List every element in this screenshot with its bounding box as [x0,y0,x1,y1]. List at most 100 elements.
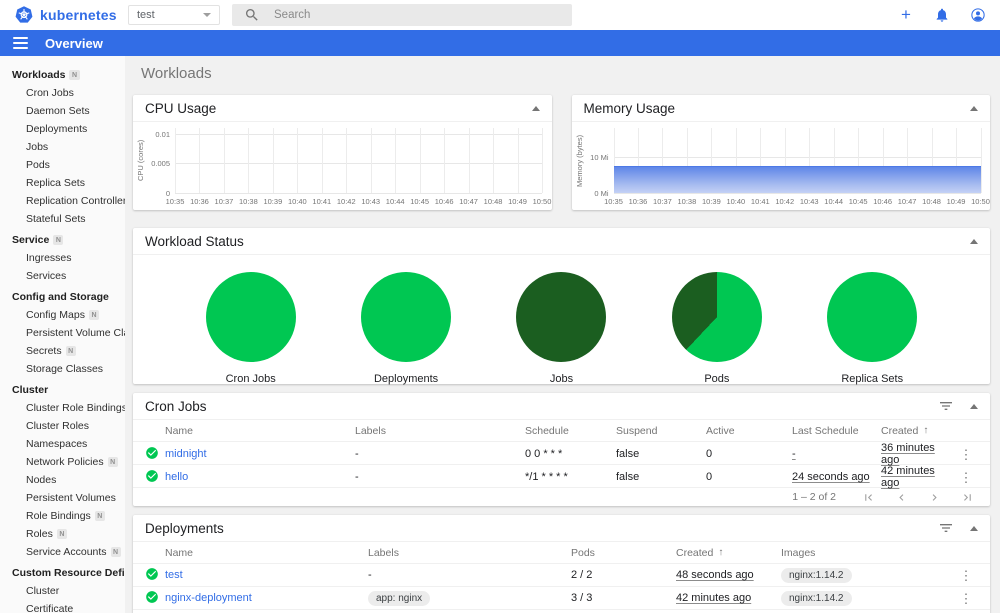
column-header-active[interactable]: Active [706,425,792,437]
row-actions-button[interactable]: ⋮ [954,592,978,605]
column-header-label: Name [165,424,194,437]
sidebar-item-label: Nodes [26,474,57,486]
sort-ascending-icon: ↑ [718,547,724,558]
sidebar-item-jobs[interactable]: Jobs [0,138,125,156]
sidebar-item-storage-classes[interactable]: Storage Classes [0,360,125,378]
new-badge: N [53,235,64,245]
filter-icon[interactable] [938,398,954,414]
column-header-schedule[interactable]: Schedule [525,425,616,437]
filter-icon[interactable] [938,520,954,536]
column-header-last-schedule[interactable]: Last Schedule [792,425,881,437]
last-page-button[interactable] [961,491,974,504]
collapse-card-button[interactable] [531,105,540,111]
sidebar-item-certificate[interactable]: Certificate [0,600,125,613]
table-row[interactable]: hello - */1 * * * * false 0 24 seconds ago 42 … [133,465,990,489]
chart-x-tick: 10:39 [263,197,283,206]
pie-chart[interactable] [516,272,607,362]
column-header-images[interactable]: Images [781,547,954,559]
sidebar-item-nodes[interactable]: Nodes [0,471,125,489]
sidebar-item-service[interactable]: Service N [0,231,125,249]
pie-chart[interactable] [205,272,296,362]
sidebar-item-config-maps[interactable]: Config Maps N [0,306,125,324]
column-header-name[interactable]: Name [165,547,368,559]
pie-chart[interactable] [361,272,452,362]
first-page-button[interactable] [862,491,875,504]
sidebar-item-service-accounts[interactable]: Service Accounts N [0,543,125,561]
memory-usage-title: Memory Usage [583,100,676,116]
sidebar-item-deployments[interactable]: Deployments [0,120,125,138]
sidebar-item-label: Replication Controllers [26,195,125,207]
sidebar-item-workloads[interactable]: Workloads N [0,66,125,84]
sidebar-item-label: Daemon Sets [26,105,90,117]
kubernetes-logo[interactable]: kubernetes [14,5,118,25]
menu-hamburger-icon[interactable] [13,37,28,49]
sidebar-item-persistent-volume-claims[interactable]: Persistent Volume ClaimsN [0,324,125,342]
namespace-selector[interactable]: test [128,5,220,25]
sidebar-item-cluster[interactable]: Cluster [0,381,125,399]
sidebar-item-roles[interactable]: Roles N [0,525,125,543]
sidebar-item-pods[interactable]: Pods [0,156,125,174]
chart-x-tick: 10:38 [677,197,697,206]
column-header-labels[interactable]: Labels [355,425,525,437]
relative-time: 36 minutes ago [881,442,935,466]
table-row[interactable]: nginx-deployment app: nginx 3 / 3 42 minute… [133,587,990,610]
search-input[interactable] [274,9,560,21]
next-page-button[interactable] [928,491,941,504]
column-header-pods[interactable]: Pods [571,547,676,559]
row-actions-button[interactable]: ⋮ [954,471,978,484]
sidebar-item-secrets[interactable]: Secrets N [0,342,125,360]
collapse-card-button[interactable] [970,403,978,409]
pie-chart[interactable] [671,272,762,362]
chart-x-tick: 10:41 [312,197,332,206]
chart-x-tick: 10:36 [190,197,209,206]
sidebar-item-cron-jobs[interactable]: Cron Jobs [0,84,125,102]
table-row[interactable]: midnight - 0 0 * * * false 0 - 36 minutes ago ⋮ [133,442,990,466]
resource-link-midnight[interactable]: midnight [165,448,207,460]
resource-link-nginx-deployment[interactable]: nginx-deployment [165,592,252,604]
sidebar-item-cluster-role-bindings[interactable]: Cluster Role Bindings [0,399,125,417]
sidebar-item-role-bindings[interactable]: Role Bindings N [0,507,125,525]
sidebar-item-stateful-sets[interactable]: Stateful Sets [0,210,125,228]
chart-x-tick: 10:37 [653,197,672,206]
sidebar-item-services[interactable]: Services [0,267,125,285]
collapse-card-button[interactable] [970,238,978,244]
chevron-down-icon [203,13,211,17]
notifications-bell-icon[interactable] [934,7,950,23]
sidebar-item-config-and-storage[interactable]: Config and Storage [0,288,125,306]
cron-jobs-title: Cron Jobs [145,398,207,414]
relative-time: - [792,448,796,460]
pie-chart[interactable] [827,272,918,362]
cell-value: 0 [706,471,713,483]
sidebar-item-label: Secrets [26,345,62,357]
sidebar-item-replication-controllers[interactable]: Replication Controllers [0,192,125,210]
table-row[interactable]: test - 2 / 2 48 seconds ago nginx:1.14.2 ⋮ [133,564,990,587]
sidebar-item-custom-resource-definitions[interactable]: Custom Resource Definitions [0,564,125,582]
sidebar-item-namespaces[interactable]: Namespaces [0,435,125,453]
resource-link-test[interactable]: test [165,569,183,581]
column-header-created[interactable]: Created ↑ [676,547,781,559]
column-header-name[interactable]: Name [165,425,355,437]
column-header-labels[interactable]: Labels [368,547,571,559]
page-toolbar: Overview [0,30,1000,56]
sidebar-item-label: Custom Resource Definitions [12,567,125,579]
collapse-card-button[interactable] [970,525,978,531]
chart-x-tick: 10:35 [604,197,623,206]
sidebar-item-replica-sets[interactable]: Replica Sets [0,174,125,192]
column-header-suspend[interactable]: Suspend [616,425,706,437]
user-profile-icon[interactable] [970,7,986,23]
sidebar-item-daemon-sets[interactable]: Daemon Sets [0,102,125,120]
row-actions-button[interactable]: ⋮ [954,569,978,582]
table-header-row: Name Labels Pods Created ↑ Images [133,542,990,564]
sidebar-item-cluster[interactable]: Cluster [0,582,125,600]
sidebar-item-network-policies[interactable]: Network Policies N [0,453,125,471]
sidebar-item-cluster-roles[interactable]: Cluster Roles [0,417,125,435]
sidebar-item-ingresses[interactable]: Ingresses [0,249,125,267]
column-header-created[interactable]: Created ↑ [881,425,954,437]
collapse-card-button[interactable] [970,105,978,111]
create-resource-button[interactable]: + [898,6,914,23]
row-actions-button[interactable]: ⋮ [954,448,978,461]
chart-x-tick: 10:43 [799,197,819,206]
sidebar-item-persistent-volumes[interactable]: Persistent Volumes [0,489,125,507]
resource-link-hello[interactable]: hello [165,471,188,483]
previous-page-button[interactable] [895,491,908,504]
